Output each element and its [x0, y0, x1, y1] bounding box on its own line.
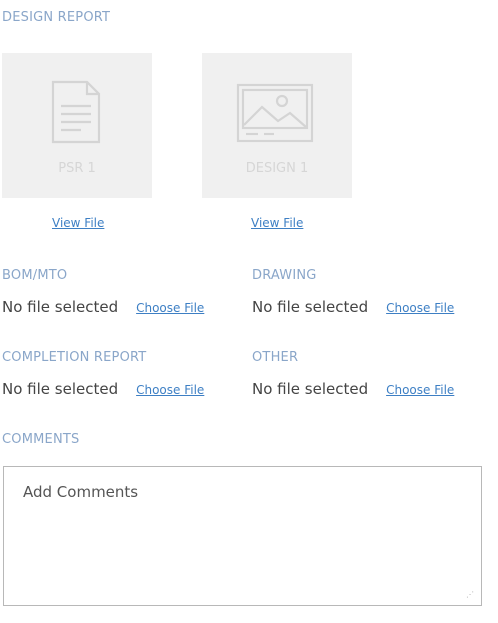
drawing-file-input[interactable]: No file selected Choose File: [252, 298, 454, 316]
drawing-choose-file-button[interactable]: Choose File: [386, 301, 454, 315]
other-label: OTHER: [252, 350, 299, 365]
drawing-label: DRAWING: [252, 268, 317, 283]
document-icon: [51, 80, 101, 144]
bom-mto-choose-file-button[interactable]: Choose File: [136, 301, 204, 315]
view-design-file-link[interactable]: View File: [251, 216, 303, 230]
bom-mto-label: BOM/MTO: [2, 268, 68, 283]
psr-file-thumbnail[interactable]: PSR 1: [2, 53, 152, 198]
other-file-status: No file selected: [252, 380, 369, 398]
bom-mto-file-status: No file selected: [2, 298, 119, 316]
drawing-file-status: No file selected: [252, 298, 369, 316]
resize-handle-icon[interactable]: ⋰: [466, 590, 476, 600]
other-file-input[interactable]: No file selected Choose File: [252, 380, 454, 398]
other-choose-file-button[interactable]: Choose File: [386, 383, 454, 397]
design-report-heading: DESIGN REPORT: [2, 10, 111, 25]
bom-mto-file-input[interactable]: No file selected Choose File: [2, 298, 204, 316]
image-icon: [236, 83, 314, 143]
comments-textarea[interactable]: [3, 466, 482, 606]
completion-report-label: COMPLETION REPORT: [2, 350, 147, 365]
psr-file-caption: PSR 1: [58, 161, 96, 176]
comments-heading: COMMENTS: [2, 432, 80, 447]
completion-report-file-status: No file selected: [2, 380, 119, 398]
design-file-caption: DESIGN 1: [245, 161, 309, 176]
completion-report-file-input[interactable]: No file selected Choose File: [2, 380, 204, 398]
view-psr-file-link[interactable]: View File: [52, 216, 104, 230]
design-file-thumbnail[interactable]: DESIGN 1: [202, 53, 352, 198]
completion-report-choose-file-button[interactable]: Choose File: [136, 383, 204, 397]
